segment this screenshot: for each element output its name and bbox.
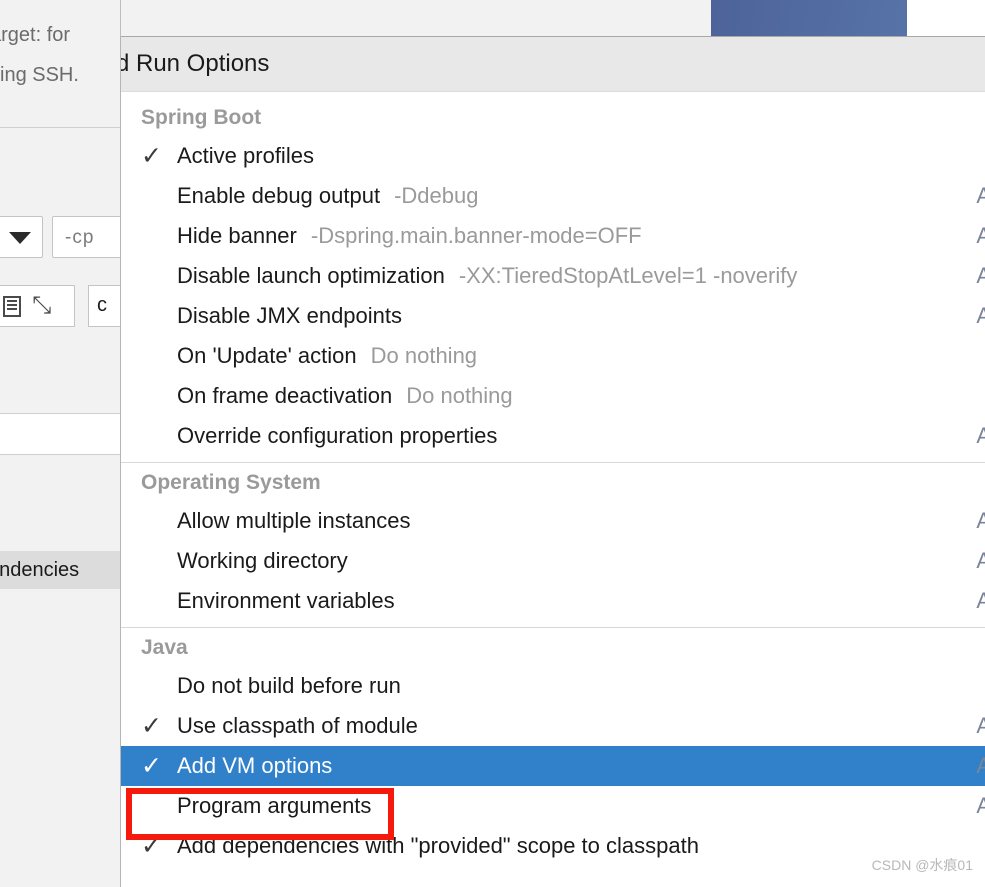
option-label: Add VM options (177, 753, 333, 778)
option-label: Working directory (177, 548, 348, 573)
option-label: Program arguments (177, 793, 372, 818)
add-run-options-popup: Add Run Options Spring Boot ✓ Active profi… (120, 36, 985, 887)
option-row[interactable]: On 'Update' action Do nothing (121, 336, 985, 376)
check-icon: ✓ (141, 831, 162, 860)
check-icon: ✓ (141, 141, 162, 170)
option-row[interactable]: Enable debug output -Ddebug A (121, 176, 985, 216)
option-shortcut: A (976, 588, 985, 614)
section-operating-system: Operating System Allow multiple instances… (121, 463, 985, 621)
option-label: Do not build before run (177, 673, 401, 698)
option-hint: Do nothing (406, 383, 513, 408)
background-icon-toolbar[interactable]: ⤢ (0, 285, 75, 327)
option-label: Environment variables (177, 588, 395, 613)
option-row[interactable]: ✓ Add dependencies with "provided" scope … (121, 826, 985, 866)
option-label: Enable debug output (177, 183, 381, 208)
option-label: Hide banner (177, 223, 297, 248)
section-header: Spring Boot (141, 106, 262, 129)
option-row[interactable]: Program arguments A (121, 786, 985, 826)
lines-icon (3, 296, 21, 317)
option-label: Use classpath of module (177, 713, 418, 738)
option-row[interactable]: Do not build before run (121, 666, 985, 706)
option-shortcut: A (976, 793, 985, 819)
option-label: On frame deactivation (177, 383, 393, 408)
option-row[interactable]: On frame deactivation Do nothing (121, 376, 985, 416)
option-shortcut: A (976, 423, 985, 449)
section-java: Java Do not build before run ✓ Use classpat… (121, 628, 985, 866)
option-shortcut: A (976, 303, 985, 329)
background-left-panel: arget: for sing SSH. -cp ⤢ c endencies (0, 0, 121, 887)
check-icon: ✓ (141, 711, 162, 740)
background-description-line-1: arget: for (0, 24, 71, 46)
option-row[interactable]: Environment variables A (121, 581, 985, 621)
option-row[interactable]: Hide banner -Dspring.main.banner-mode=OFF… (121, 216, 985, 256)
option-label: Add dependencies with "provided" scope t… (177, 833, 699, 858)
expand-icon: ⤢ (33, 292, 53, 319)
option-shortcut: A (976, 713, 985, 739)
option-hint: -Ddebug (394, 183, 479, 208)
option-row[interactable]: Override configuration properties A (121, 416, 985, 456)
option-row[interactable]: Allow multiple instances A (121, 501, 985, 541)
option-label: On 'Update' action (177, 343, 357, 368)
option-hint: -XX:TieredStopAtLevel=1 -noverify (458, 263, 798, 288)
option-shortcut: A (976, 183, 985, 209)
background-input-row[interactable] (0, 413, 120, 455)
background-description-line-2: sing SSH. (0, 64, 79, 86)
background-selected-tree-label: endencies (0, 559, 80, 581)
option-shortcut: A (976, 548, 985, 574)
option-label: Active profiles (177, 143, 314, 168)
background-classpath-value: -cp (65, 227, 95, 248)
option-label: Disable JMX endpoints (177, 303, 403, 328)
background-char-button[interactable]: c (88, 285, 120, 327)
page-title: Add Run Options (121, 50, 270, 77)
background-selected-tree-row[interactable]: endencies (0, 551, 120, 589)
option-row[interactable]: Working directory A (121, 541, 985, 581)
background-dropdown[interactable] (0, 216, 43, 258)
option-label: Allow multiple instances (177, 508, 411, 533)
popup-title-bar: Add Run Options (121, 36, 985, 92)
option-shortcut: A (976, 508, 985, 534)
option-row[interactable]: ✓ Add VM options A (121, 746, 985, 786)
option-row[interactable]: ✓ Use classpath of module A (121, 706, 985, 746)
popup-option-list: Spring Boot ✓ Active profiles Enable debug … (121, 92, 985, 866)
check-icon: ✓ (141, 751, 162, 780)
option-row[interactable]: Disable JMX endpoints A (121, 296, 985, 336)
section-header: Operating System (141, 471, 321, 494)
background-char-button-label: c (97, 294, 107, 316)
option-label: Override configuration properties (177, 423, 498, 448)
option-row[interactable]: ✓ Active profiles (121, 136, 985, 176)
background-divider-1 (0, 127, 120, 128)
option-row[interactable]: Disable launch optimization -XX:TieredSto… (121, 256, 985, 296)
option-hint: Do nothing (370, 343, 478, 368)
option-label: Disable launch optimization (177, 263, 445, 288)
option-hint: -Dspring.main.banner-mode=OFF (310, 223, 642, 248)
option-shortcut: A (976, 753, 985, 779)
csdn-watermark: CSDN @水痕01 (871, 857, 973, 873)
option-shortcut: A (976, 263, 985, 289)
section-spring-boot: Spring Boot ✓ Active profiles Enable debug … (121, 98, 985, 456)
section-header: Java (141, 636, 188, 659)
background-classpath-field[interactable]: -cp (52, 216, 120, 258)
option-shortcut: A (976, 223, 985, 249)
chevron-down-icon (9, 232, 31, 244)
background-blue-button[interactable] (711, 0, 907, 38)
